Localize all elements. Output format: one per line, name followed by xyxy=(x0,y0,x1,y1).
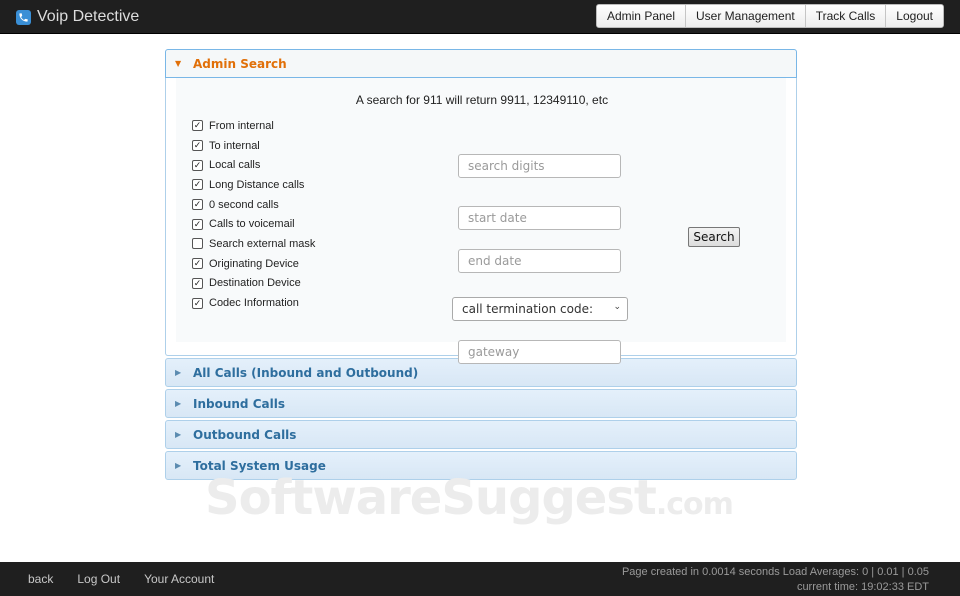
checkbox-to-internal[interactable]: ✓ To internal xyxy=(192,136,315,156)
page-created-text: Page created in 0.0014 seconds Load Aver… xyxy=(621,566,929,578)
checkbox-label: 0 second calls xyxy=(209,198,279,211)
admin-panel-button[interactable]: Admin Panel xyxy=(596,5,687,27)
logout-button[interactable]: Logout xyxy=(886,5,943,27)
checkbox[interactable]: ✓ xyxy=(192,120,203,132)
current-time-text: current time: 19:02:33 EDT xyxy=(796,581,929,593)
search-accordion: ▼ Admin Search A search for 911 will ret… xyxy=(165,49,797,480)
triangle-right-icon: ▶ xyxy=(175,368,182,377)
checkbox-destination-device[interactable]: ✓ Destination Device xyxy=(192,274,315,294)
checkbox-label: Calls to voicemail xyxy=(209,218,295,231)
checkbox-local-calls[interactable]: ✓ Local calls xyxy=(192,155,315,175)
checkbox-label: Search external mask xyxy=(209,237,316,250)
inbound-calls-header[interactable]: ▶ Inbound Calls xyxy=(165,389,797,418)
checkbox-label: Local calls xyxy=(209,159,261,172)
search-digits-input[interactable] xyxy=(458,154,621,178)
phone-icon xyxy=(16,9,31,25)
outbound-calls-header[interactable]: ▶ Outbound Calls xyxy=(165,420,797,449)
search-button[interactable]: Search xyxy=(688,227,740,247)
section-title: Inbound Calls xyxy=(193,396,285,411)
checkbox[interactable]: ✓ xyxy=(192,258,203,270)
back-link[interactable]: back xyxy=(28,572,53,586)
checkbox-label: Destination Device xyxy=(209,277,301,290)
admin-search-header[interactable]: ▼ Admin Search xyxy=(165,49,797,78)
checkbox-originating-device[interactable]: ✓ Originating Device xyxy=(192,254,315,274)
checkbox[interactable]: ✓ xyxy=(192,159,203,171)
footer-info: Page created in 0.0014 seconds Load Aver… xyxy=(622,565,929,595)
checkbox-zero-second[interactable]: ✓ 0 second calls xyxy=(192,195,315,215)
checkbox-label: Originating Device xyxy=(209,257,299,270)
checkbox[interactable]: ✓ xyxy=(192,277,203,289)
filter-checkboxes: ✓ From internal ✓ To internal ✓ Local calls… xyxy=(192,116,315,313)
track-calls-button[interactable]: Track Calls xyxy=(805,5,887,27)
checkbox[interactable] xyxy=(192,238,203,250)
checkbox-label: From internal xyxy=(209,119,274,132)
checkbox-long-distance[interactable]: ✓ Long Distance calls xyxy=(192,175,315,195)
search-hint: A search for 911 will return 9911, 12349… xyxy=(355,93,609,107)
footer: back Log Out Your Account Page created i… xyxy=(0,562,960,596)
triangle-right-icon: ▶ xyxy=(175,430,182,439)
checkbox-label: Long Distance calls xyxy=(209,178,305,191)
watermark-text: SoftwareSuggest xyxy=(205,470,657,526)
gateway-input[interactable] xyxy=(458,340,621,364)
checkbox-codec-info[interactable]: ✓ Codec Information xyxy=(192,293,315,313)
checkbox[interactable]: ✓ xyxy=(192,199,203,211)
checkbox[interactable]: ✓ xyxy=(192,179,203,191)
triangle-down-icon: ▼ xyxy=(175,59,182,68)
brand[interactable]: Voip Detective xyxy=(16,6,139,28)
admin-search-title: Admin Search xyxy=(193,56,287,71)
user-management-button[interactable]: User Management xyxy=(686,5,806,27)
start-date-input[interactable] xyxy=(458,206,621,230)
top-nav: Admin Panel User Management Track Calls … xyxy=(595,4,944,28)
section-title: Outbound Calls xyxy=(193,427,297,442)
app-title: Voip Detective xyxy=(37,8,140,25)
checkbox[interactable]: ✓ xyxy=(192,218,203,230)
your-account-link[interactable]: Your Account xyxy=(144,572,214,586)
end-date-input[interactable] xyxy=(458,249,621,273)
checkbox-external-mask[interactable]: Search external mask xyxy=(192,234,315,254)
checkbox-label: Codec Information xyxy=(209,297,299,310)
triangle-right-icon: ▶ xyxy=(175,399,182,408)
watermark-suffix: .com xyxy=(655,487,734,522)
top-navbar: Voip Detective Admin Panel User Manageme… xyxy=(0,0,960,34)
triangle-right-icon: ▶ xyxy=(175,461,182,470)
select-value: call termination code: xyxy=(462,302,594,316)
termination-code-select[interactable]: call termination code: ⌄ xyxy=(452,297,628,321)
footer-links: back Log Out Your Account xyxy=(28,572,238,586)
checkbox-label: To internal xyxy=(209,139,260,152)
checkbox-from-internal[interactable]: ✓ From internal xyxy=(192,116,315,136)
chevron-down-icon: ⌄ xyxy=(613,302,621,312)
checkbox-voicemail[interactable]: ✓ Calls to voicemail xyxy=(192,214,315,234)
logout-link[interactable]: Log Out xyxy=(77,572,120,586)
admin-search-panel: A search for 911 will return 9911, 12349… xyxy=(165,78,797,364)
checkbox[interactable]: ✓ xyxy=(192,297,203,309)
section-title: All Calls (Inbound and Outbound) xyxy=(193,365,419,380)
watermark: SoftwareSuggest.com xyxy=(205,470,734,526)
checkbox[interactable]: ✓ xyxy=(192,140,203,152)
